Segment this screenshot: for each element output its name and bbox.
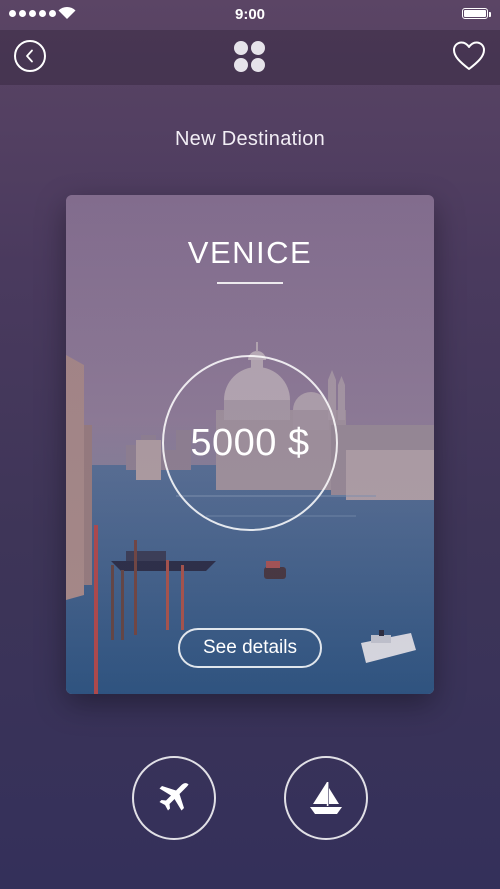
price-ring: 5000 $	[162, 355, 338, 531]
flight-button[interactable]	[132, 756, 216, 840]
menu-grid-button[interactable]	[234, 41, 265, 72]
battery-icon	[462, 8, 491, 19]
city-name: VENICE	[187, 235, 313, 270]
airplane-icon	[159, 783, 189, 811]
grid-dot	[251, 58, 265, 72]
see-details-label: See details	[202, 637, 297, 658]
chevron-left-icon	[26, 49, 33, 63]
section-title: New Destination	[174, 128, 326, 150]
back-button[interactable]	[14, 40, 46, 72]
grid-dot	[251, 41, 265, 55]
status-time: 9:00	[234, 6, 266, 23]
boat-button[interactable]	[284, 756, 368, 840]
destination-card[interactable]: VENICE 5000 $ See details	[66, 195, 434, 694]
sailboat-icon	[310, 782, 342, 814]
city-divider	[217, 282, 283, 284]
grid-dot	[234, 41, 248, 55]
price-value: 5000 $	[190, 421, 310, 464]
grid-dot	[234, 58, 248, 72]
heart-icon[interactable]	[452, 40, 486, 72]
status-bar: 9:00	[0, 0, 500, 30]
nav-bar	[0, 30, 500, 85]
see-details-button[interactable]: See details	[178, 628, 322, 668]
